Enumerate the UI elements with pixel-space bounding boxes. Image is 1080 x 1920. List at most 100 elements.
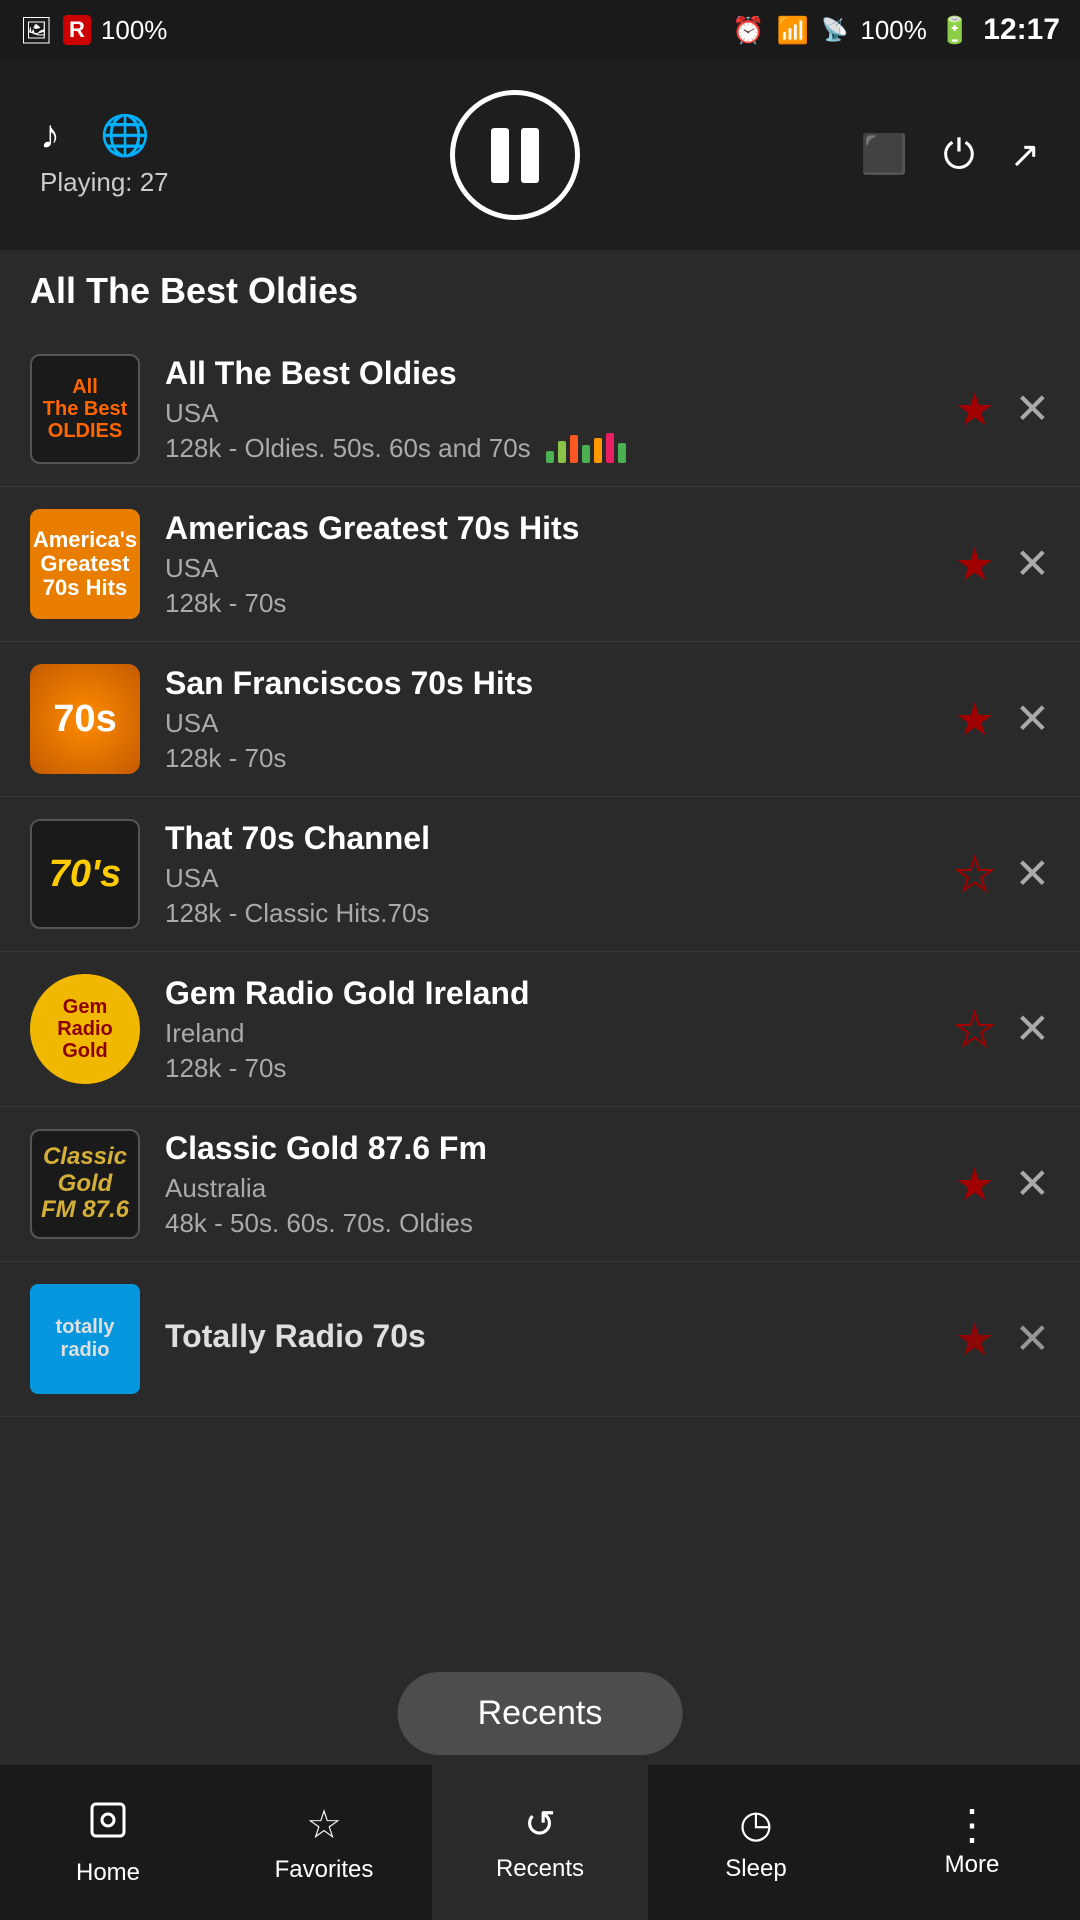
section-title: All The Best Oldies bbox=[0, 250, 1080, 332]
station-info-3: San Franciscos 70s Hits USA 128k - 70s bbox=[165, 665, 939, 774]
station-country-2: USA bbox=[165, 553, 939, 584]
station-logo-7: totallyradio bbox=[30, 1284, 140, 1394]
nav-item-recents[interactable]: ↺ Recents bbox=[432, 1765, 648, 1920]
home-label: Home bbox=[76, 1859, 140, 1887]
station-item[interactable]: America'sGreatest70s Hits Americas Great… bbox=[0, 487, 1080, 642]
station-name-5: Gem Radio Gold Ireland bbox=[165, 975, 939, 1012]
pause-bar-right bbox=[521, 128, 539, 183]
station-info-5: Gem Radio Gold Ireland Ireland 128k - 70… bbox=[165, 975, 939, 1084]
station-bitrate-4: 128k - Classic Hits.70s bbox=[165, 898, 939, 929]
station-logo-1: AllThe BestOLDIES bbox=[30, 354, 140, 464]
remove-button-6[interactable]: ✕ bbox=[1015, 1163, 1050, 1205]
nav-item-sleep[interactable]: ◷ Sleep bbox=[648, 1765, 864, 1920]
station-actions-4: ★ ✕ bbox=[954, 852, 1050, 897]
station-name-2: Americas Greatest 70s Hits bbox=[165, 510, 939, 547]
station-name-7: Totally Radio 70s bbox=[165, 1318, 939, 1355]
station-logo-5: GemRadioGold bbox=[30, 974, 140, 1084]
station-name-6: Classic Gold 87.6 Fm bbox=[165, 1130, 939, 1167]
station-name-3: San Franciscos 70s Hits bbox=[165, 665, 939, 702]
favorite-button-7[interactable]: ★ bbox=[954, 1317, 994, 1362]
remove-button-3[interactable]: ✕ bbox=[1015, 698, 1050, 740]
station-item[interactable]: totallyradio Totally Radio 70s ★ ✕ bbox=[0, 1262, 1080, 1417]
station-actions-7: ★ ✕ bbox=[954, 1317, 1050, 1362]
share-icon[interactable]: ↗ bbox=[1010, 134, 1040, 176]
favorite-button-5[interactable]: ★ bbox=[954, 1007, 994, 1052]
station-item[interactable]: 70s San Franciscos 70s Hits USA 128k - 7… bbox=[0, 642, 1080, 797]
pause-bar-left bbox=[491, 128, 509, 183]
station-actions-6: ★ ✕ bbox=[954, 1162, 1050, 1207]
station-country-3: USA bbox=[165, 708, 939, 739]
remove-button-5[interactable]: ✕ bbox=[1015, 1008, 1050, 1050]
nav-item-more[interactable]: ⋮ More bbox=[864, 1765, 1080, 1920]
station-bitrate-5: 128k - 70s bbox=[165, 1053, 939, 1084]
image-icon: 🖼 bbox=[20, 15, 53, 46]
player-right-section: ⬛ ⏻ ↗ bbox=[861, 133, 1040, 178]
power-icon[interactable]: ⏻ bbox=[943, 133, 975, 178]
station-country-5: Ireland bbox=[165, 1018, 939, 1049]
station-item[interactable]: ClassicGoldFM 87.6 Classic Gold 87.6 Fm … bbox=[0, 1107, 1080, 1262]
player-left-icons: ♪ 🌐 bbox=[40, 112, 150, 159]
signal-icon: 📡 bbox=[821, 17, 848, 43]
time-display: 12:17 bbox=[983, 13, 1060, 47]
logo-text-3: 70s bbox=[53, 700, 116, 738]
more-icon: ⋮ bbox=[951, 1806, 993, 1844]
station-name-4: That 70s Channel bbox=[165, 820, 939, 857]
favorites-label: Favorites bbox=[275, 1856, 374, 1884]
logo-text-1: AllThe BestOLDIES bbox=[43, 376, 127, 442]
station-item[interactable]: AllThe BestOLDIES All The Best Oldies US… bbox=[0, 332, 1080, 487]
status-right: ⏰ 📶 📡 100% 🔋 12:17 bbox=[732, 13, 1060, 47]
bottom-nav: Home ☆ Favorites ↺ Recents ◷ Sleep ⋮ Mor… bbox=[0, 1765, 1080, 1920]
status-bar: 🖼 R 100% ⏰ 📶 📡 100% 🔋 12:17 bbox=[0, 0, 1080, 60]
player-header: ♪ 🌐 Playing: 27 ⬛ ⏻ ↗ bbox=[0, 60, 1080, 250]
favorite-button-4[interactable]: ★ bbox=[954, 852, 994, 897]
sleep-icon: ◷ bbox=[739, 1802, 772, 1847]
station-item[interactable]: GemRadioGold Gem Radio Gold Ireland Irel… bbox=[0, 952, 1080, 1107]
music-note-icon[interactable]: ♪ bbox=[40, 113, 60, 158]
favorite-button-3[interactable]: ★ bbox=[954, 697, 994, 742]
station-list: AllThe BestOLDIES All The Best Oldies US… bbox=[0, 332, 1080, 1417]
remove-button-4[interactable]: ✕ bbox=[1015, 853, 1050, 895]
globe-icon[interactable]: 🌐 bbox=[100, 112, 150, 159]
station-info-1: All The Best Oldies USA 128k - Oldies. 5… bbox=[165, 355, 939, 464]
station-country-4: USA bbox=[165, 863, 939, 894]
station-actions-1: ★ ✕ bbox=[954, 387, 1050, 432]
favorite-button-6[interactable]: ★ bbox=[954, 1162, 994, 1207]
station-name-1: All The Best Oldies bbox=[165, 355, 939, 392]
more-label: More bbox=[945, 1851, 1000, 1879]
player-left-section: ♪ 🌐 Playing: 27 bbox=[40, 112, 169, 198]
remove-button-7[interactable]: ✕ bbox=[1015, 1318, 1050, 1360]
logo-text-4: 70's bbox=[49, 853, 121, 896]
station-actions-5: ★ ✕ bbox=[954, 1007, 1050, 1052]
station-logo-2: America'sGreatest70s Hits bbox=[30, 509, 140, 619]
alarm-icon: ⏰ bbox=[732, 15, 764, 46]
nav-item-home[interactable]: Home bbox=[0, 1765, 216, 1920]
recents-label: Recents bbox=[496, 1855, 584, 1883]
recents-tooltip: Recents bbox=[398, 1672, 683, 1755]
station-bitrate-1: 128k - Oldies. 50s. 60s and 70s bbox=[165, 433, 939, 464]
pause-icon bbox=[491, 128, 539, 183]
nav-item-favorites[interactable]: ☆ Favorites bbox=[216, 1765, 432, 1920]
station-bitrate-2: 128k - 70s bbox=[165, 588, 939, 619]
station-country-6: Australia bbox=[165, 1173, 939, 1204]
station-bitrate-3: 128k - 70s bbox=[165, 743, 939, 774]
logo-text-5: GemRadioGold bbox=[57, 996, 113, 1062]
station-logo-6: ClassicGoldFM 87.6 bbox=[30, 1129, 140, 1239]
station-item[interactable]: 70's That 70s Channel USA 128k - Classic… bbox=[0, 797, 1080, 952]
favorite-button-1[interactable]: ★ bbox=[954, 387, 994, 432]
station-logo-3: 70s bbox=[30, 664, 140, 774]
pause-button[interactable] bbox=[450, 90, 580, 220]
sleep-label: Sleep bbox=[725, 1855, 786, 1883]
home-icon bbox=[87, 1799, 129, 1851]
logo-text-7: totallyradio bbox=[56, 1316, 115, 1362]
wifi-icon: 📶 bbox=[777, 15, 809, 46]
station-info-6: Classic Gold 87.6 Fm Australia 48k - 50s… bbox=[165, 1130, 939, 1239]
remove-button-2[interactable]: ✕ bbox=[1015, 543, 1050, 585]
station-logo-4: 70's bbox=[30, 819, 140, 929]
favorite-button-2[interactable]: ★ bbox=[954, 542, 994, 587]
station-actions-3: ★ ✕ bbox=[954, 697, 1050, 742]
battery-percent: 100% bbox=[101, 15, 168, 46]
stop-icon[interactable]: ⬛ bbox=[861, 133, 908, 177]
logo-text-6: ClassicGoldFM 87.6 bbox=[41, 1144, 129, 1223]
remove-button-1[interactable]: ✕ bbox=[1015, 388, 1050, 430]
playing-label: Playing: 27 bbox=[40, 167, 169, 198]
